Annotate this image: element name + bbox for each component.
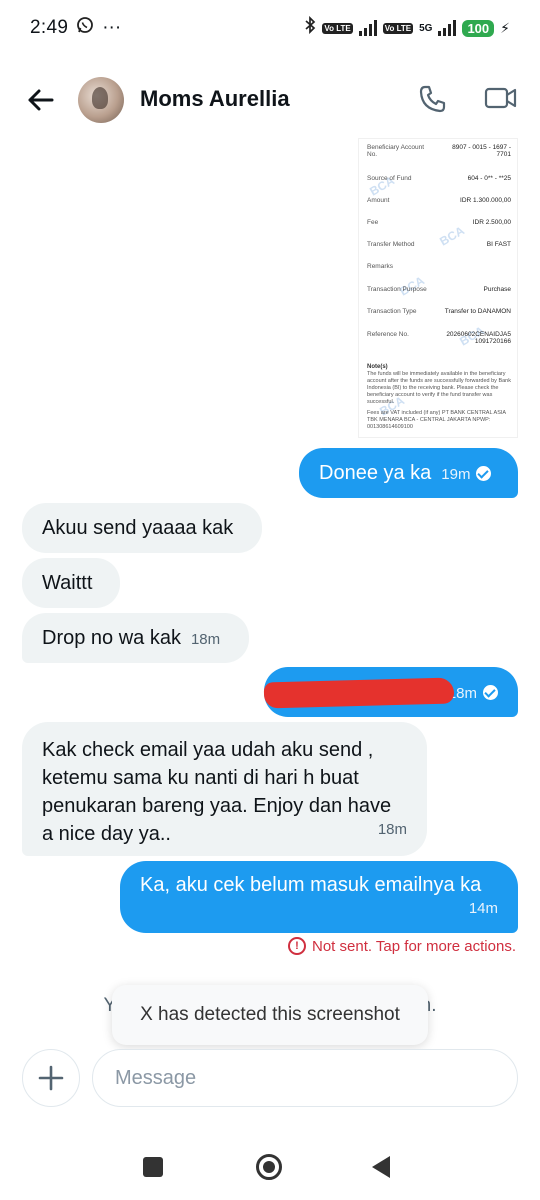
conversation-header: Moms Aurellia (0, 70, 540, 130)
call-button[interactable] (418, 84, 450, 116)
message-text: Akuu send yaaaa kak (42, 517, 234, 539)
message-bubble[interactable]: Akuu send yaaaa kak (22, 503, 262, 553)
message-text: Ka, aku cek belum masuk emailnya ka (140, 874, 482, 896)
message-time: 14m (468, 900, 498, 917)
more-notifications-icon: ··· (102, 17, 122, 38)
message-bubble[interactable]: Waittt (22, 558, 120, 608)
receipt-row: Transfer Method BI FAST (367, 241, 511, 248)
error-icon: ! (288, 937, 306, 955)
receipt-notes: Note(s) The funds will be immediately av… (367, 364, 511, 430)
sent-check-icon (483, 685, 498, 700)
screenshot-toast: X has detected this screenshot (112, 985, 428, 1045)
recent-apps-button[interactable] (143, 1157, 163, 1177)
system-back-button[interactable] (372, 1156, 390, 1178)
message-time: 18m (377, 821, 407, 838)
volte-badge-2: Vo LTE (382, 22, 414, 34)
bluetooth-icon (304, 15, 316, 40)
status-bar: 2:49 ··· Vo LTE Vo LTE 5G 100 ⚡ (0, 0, 540, 56)
signal-icon-2 (438, 20, 457, 36)
avatar[interactable] (78, 77, 124, 123)
receipt-row: Source of Fund 604 - 0** - **25 (367, 175, 511, 182)
message-text: Drop no wa kak (42, 627, 181, 649)
message-bubble[interactable]: Drop no wa kak 18m (22, 613, 249, 663)
redaction-scribble (263, 677, 455, 709)
whatsapp-icon (76, 16, 94, 40)
receipt-row: Transaction Type Transfer to DANAMON (367, 308, 511, 315)
send-error[interactable]: ! Not sent. Tap for more actions. (288, 937, 516, 955)
contact-name[interactable]: Moms Aurellia (140, 86, 290, 112)
message-text: Donee ya ka (319, 462, 432, 484)
transfer-receipt-image[interactable]: BCA BCA BCA BCA BCA Beneficiary Account … (358, 138, 518, 438)
message-time: 18m (190, 631, 221, 648)
phone-icon (419, 85, 446, 113)
receipt-row: Remarks (367, 263, 394, 270)
receipt-row: Transaction Purpose Purchase (367, 286, 511, 293)
video-call-button[interactable] (484, 84, 518, 116)
network-type: 5G (419, 22, 433, 34)
video-camera-icon (484, 87, 517, 109)
message-bubble[interactable]: Donee ya ka 19m (299, 448, 518, 498)
add-media-button[interactable] (22, 1049, 80, 1107)
sent-check-icon (476, 466, 492, 481)
home-button[interactable] (256, 1154, 282, 1180)
message-bubble[interactable]: Ka, aku cek belum masuk emailnya ka 14m (120, 861, 518, 933)
receipt-row: Fee IDR 2.500,00 (367, 219, 511, 226)
message-text: Kak check email yaa udah aku send , kete… (42, 739, 392, 845)
message-input[interactable] (92, 1049, 518, 1107)
error-text: Not sent. Tap for more actions. (312, 937, 516, 955)
message-text: Waittt (42, 572, 93, 594)
receipt-row: Amount IDR 1.300.000,00 (367, 197, 511, 204)
signal-icon (358, 20, 377, 36)
status-time: 2:49 (30, 17, 69, 38)
back-arrow-icon (28, 89, 54, 111)
message-bubble[interactable]: Kak check email yaa udah aku send , kete… (22, 722, 427, 856)
receipt-row: Beneficiary Account No. 8907 - 0015 - 169… (367, 144, 511, 158)
volte-badge: Vo LTE (322, 22, 353, 34)
charging-icon: ⚡ (500, 19, 510, 36)
message-time: 19m (441, 466, 471, 483)
battery-indicator: 100 (462, 19, 495, 37)
plus-icon (38, 1065, 64, 1091)
system-nav-bar (0, 1140, 540, 1200)
back-button[interactable] (24, 84, 56, 116)
receipt-row: Reference No. 20260602CENAIDJA5 109172016… (367, 331, 511, 345)
